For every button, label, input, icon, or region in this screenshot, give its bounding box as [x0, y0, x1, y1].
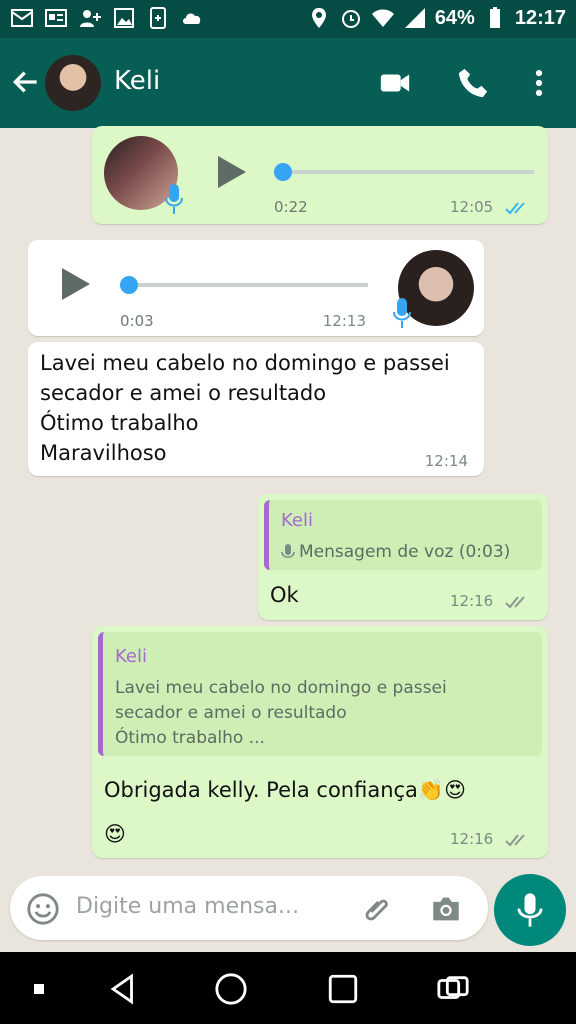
back-nav-icon[interactable]	[106, 972, 140, 1006]
voice-progress-track[interactable]	[128, 283, 368, 287]
message-time: 12:13	[322, 312, 366, 330]
quoted-message[interactable]: Keli Mensagem de voz (0:03)	[264, 500, 542, 570]
message-time: 12:16	[449, 830, 494, 848]
incoming-voice-message[interactable]: 0:03 12:13	[28, 240, 484, 336]
status-bar: 64% 12:17	[0, 0, 576, 38]
double-check-icon	[505, 833, 525, 846]
signal-icon	[404, 8, 425, 28]
back-arrow-icon[interactable]	[10, 66, 42, 98]
message-meta: 12:16	[450, 830, 532, 848]
quoted-sender: Keli	[281, 510, 313, 531]
video-call-icon[interactable]	[378, 66, 412, 100]
message-time: 12:14	[424, 452, 468, 470]
quoted-sender: Keli	[115, 646, 147, 667]
android-nav-bar	[0, 952, 576, 1024]
outgoing-reply-message[interactable]: Keli Lavei meu cabelo no domingo e passe…	[92, 626, 548, 858]
mic-icon	[393, 298, 411, 328]
contact-name[interactable]: Keli	[114, 66, 160, 96]
message-text: Lavei meu cabelo no domingo e passei sec…	[40, 351, 450, 465]
add-contact-icon	[80, 10, 101, 27]
message-input[interactable]: Digite uma mensa...	[76, 894, 299, 919]
location-icon	[311, 8, 326, 28]
play-button[interactable]	[62, 268, 90, 300]
message-meta: 12:16	[450, 592, 532, 610]
emoji-icon[interactable]	[26, 892, 60, 926]
chat-header: Keli	[0, 38, 576, 128]
cloud-icon	[183, 13, 201, 24]
voice-duration: 0:03	[120, 312, 154, 330]
outgoing-voice-message[interactable]: 0:22 12:05	[92, 126, 548, 224]
news-icon	[45, 9, 67, 27]
mic-icon	[165, 184, 183, 214]
quoted-text: Lavei meu cabelo no domingo e passei sec…	[115, 678, 447, 748]
calculator-icon	[150, 7, 166, 29]
attach-icon[interactable]	[360, 892, 394, 926]
battery-icon	[489, 7, 500, 28]
message-time: 12:16	[449, 592, 494, 610]
home-nav-icon[interactable]	[214, 972, 248, 1006]
message-time: 12:05	[449, 198, 494, 216]
camera-icon[interactable]	[428, 892, 464, 926]
message-meta: 12:05	[450, 198, 532, 216]
switch-apps-icon[interactable]	[434, 972, 472, 1006]
voice-progress-track[interactable]	[282, 170, 534, 174]
more-options-icon[interactable]	[522, 66, 556, 100]
phone-call-icon[interactable]	[456, 66, 490, 100]
contact-avatar[interactable]	[45, 55, 101, 111]
mic-icon	[281, 544, 295, 558]
voice-progress-handle[interactable]	[120, 276, 138, 294]
quoted-text: Mensagem de voz (0:03)	[299, 542, 511, 562]
gallery-icon	[114, 8, 134, 28]
status-time: 12:17	[514, 6, 566, 29]
recents-nav-icon[interactable]	[326, 972, 360, 1006]
message-input-bar[interactable]: Digite uma mensa...	[10, 876, 488, 940]
alarm-icon	[341, 10, 360, 28]
voice-progress-handle[interactable]	[274, 163, 292, 181]
wifi-icon	[371, 9, 394, 27]
double-check-icon	[505, 201, 525, 214]
play-button[interactable]	[218, 156, 246, 188]
double-check-icon	[505, 595, 525, 608]
mic-icon	[517, 893, 543, 927]
send-voice-button[interactable]	[494, 874, 566, 946]
voice-duration: 0:22	[274, 198, 308, 216]
battery-percent: 64%	[434, 6, 475, 29]
incoming-text-message[interactable]: Lavei meu cabelo no domingo e passei sec…	[28, 342, 484, 476]
outgoing-reply-message[interactable]: Keli Mensagem de voz (0:03) Ok 12:16	[258, 494, 548, 620]
nav-dot	[34, 984, 44, 994]
quoted-message[interactable]: Keli Lavei meu cabelo no domingo e passe…	[98, 632, 542, 756]
message-text: Ok	[270, 583, 299, 607]
gmail-icon	[11, 9, 33, 27]
